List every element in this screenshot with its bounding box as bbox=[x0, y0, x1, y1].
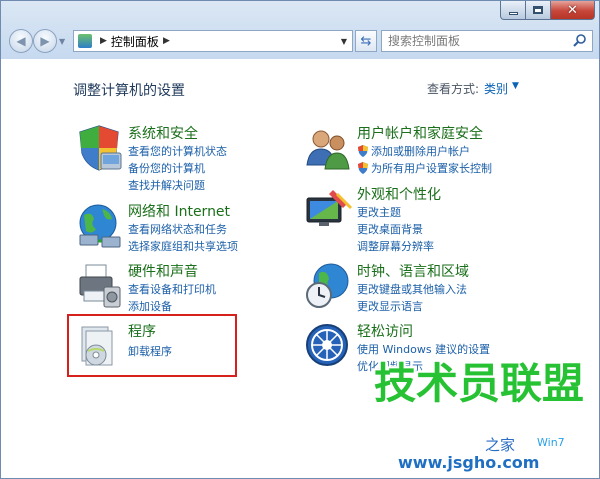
link-troubleshoot[interactable]: 查找并解决问题 bbox=[128, 177, 205, 193]
category-network-internet: 网络和 Internet 查看网络状态和任务 选择家庭组和共享选项 bbox=[74, 201, 294, 254]
link-change-theme[interactable]: 更改主题 bbox=[357, 204, 401, 220]
close-icon: ✕ bbox=[567, 2, 578, 18]
highlight-box bbox=[67, 314, 237, 377]
address-history-dropdown[interactable]: ▼ bbox=[336, 31, 352, 51]
link-devices-printers[interactable]: 查看设备和打印机 bbox=[128, 281, 216, 297]
search-input[interactable] bbox=[382, 32, 562, 50]
link-text[interactable]: 为所有用户设置家长控制 bbox=[371, 160, 492, 176]
shield-icon bbox=[79, 125, 122, 171]
category-hardware-sound: 硬件和声音 查看设备和打印机 添加设备 bbox=[74, 261, 274, 314]
link-screen-resolution[interactable]: 调整屏幕分辨率 bbox=[357, 238, 434, 254]
link-network-status[interactable]: 查看网络状态和任务 bbox=[128, 221, 227, 237]
link-view-computer-status[interactable]: 查看您的计算机状态 bbox=[128, 143, 227, 159]
category-title[interactable]: 轻松访问 bbox=[357, 321, 413, 341]
control-panel-icon bbox=[78, 34, 92, 48]
display-icon bbox=[306, 190, 353, 226]
watermark-tag: 之家 bbox=[485, 436, 516, 454]
link-add-remove-accounts[interactable]: 添加或删除用户帐户 bbox=[357, 143, 470, 159]
address-bar[interactable]: ▶ 控制面板 ▶ ▼ bbox=[73, 30, 353, 52]
network-globe-icon bbox=[79, 204, 121, 248]
watermark-logo: 技术员联盟 bbox=[374, 359, 585, 408]
forward-arrow-icon: ▶ bbox=[40, 34, 50, 48]
category-title[interactable]: 硬件和声音 bbox=[128, 261, 198, 281]
minimize-button[interactable] bbox=[500, 1, 526, 20]
category-appearance: 外观和个性化 更改主题 更改桌面背景 调整屏幕分辨率 bbox=[303, 184, 523, 253]
refresh-button[interactable]: ⇆ bbox=[355, 30, 377, 52]
search-box bbox=[381, 30, 593, 52]
link-display-language[interactable]: 更改显示语言 bbox=[357, 298, 423, 314]
page-title: 调整计算机的设置 bbox=[73, 83, 185, 99]
link-desktop-background[interactable]: 更改桌面背景 bbox=[357, 221, 423, 237]
link-parental-controls[interactable]: 为所有用户设置家长控制 bbox=[357, 160, 492, 176]
breadcrumb-chevron-icon[interactable]: ▶ bbox=[100, 36, 107, 46]
link-text[interactable]: 添加或删除用户帐户 bbox=[371, 143, 470, 159]
minimize-icon bbox=[508, 11, 518, 15]
link-add-device[interactable]: 添加设备 bbox=[128, 298, 172, 314]
uac-shield-icon bbox=[358, 145, 368, 157]
link-homegroup-sharing[interactable]: 选择家庭组和共享选项 bbox=[128, 238, 238, 254]
category-title[interactable]: 时钟、语言和区域 bbox=[357, 261, 469, 281]
watermark-url: www.jsgho.com bbox=[398, 453, 540, 472]
category-user-accounts: 用户帐户和家庭安全 添加或删除用户帐户 为所有用户设置家长控制 bbox=[303, 123, 543, 176]
refresh-icon: ⇆ bbox=[360, 33, 372, 49]
chevron-down-icon[interactable]: ▼ bbox=[512, 81, 519, 91]
users-icon bbox=[306, 130, 350, 170]
view-by-label: 查看方式: bbox=[427, 82, 480, 96]
printer-icon bbox=[79, 264, 121, 308]
link-backup-computer[interactable]: 备份您的计算机 bbox=[128, 160, 205, 176]
watermark-win: Win7 bbox=[537, 436, 565, 449]
back-button[interactable]: ◀ bbox=[9, 29, 33, 53]
recent-pages-dropdown[interactable]: ▼ bbox=[59, 37, 69, 47]
breadcrumb-chevron-icon[interactable]: ▶ bbox=[163, 36, 170, 46]
maximize-button[interactable] bbox=[526, 1, 551, 20]
content-pane: 调整计算机的设置 查看方式: 类别 ▼ 系统和安全 查看您的计算机状态 备份您的… bbox=[2, 59, 598, 477]
breadcrumb-control-panel[interactable]: 控制面板 bbox=[111, 33, 159, 50]
category-title[interactable]: 用户帐户和家庭安全 bbox=[357, 123, 483, 143]
ease-of-access-icon bbox=[306, 324, 348, 366]
link-change-keyboard[interactable]: 更改键盘或其他输入法 bbox=[357, 281, 467, 297]
control-panel-window: ✕ ◀ ▶ ▼ ▶ 控制面板 ▶ ▼ ⇆ 调整计算机的设置 查看方式: 类别 ▼ bbox=[0, 0, 600, 479]
category-system-security: 系统和安全 查看您的计算机状态 备份您的计算机 查找并解决问题 bbox=[74, 123, 274, 193]
category-title[interactable]: 外观和个性化 bbox=[357, 184, 441, 204]
back-arrow-icon: ◀ bbox=[16, 34, 26, 48]
forward-button[interactable]: ▶ bbox=[33, 29, 57, 53]
search-icon[interactable] bbox=[572, 33, 588, 49]
view-by-dropdown[interactable]: 类别 bbox=[484, 80, 508, 97]
category-title[interactable]: 系统和安全 bbox=[128, 123, 198, 143]
category-clock-language-region: 时钟、语言和区域 更改键盘或其他输入法 更改显示语言 bbox=[303, 261, 523, 314]
maximize-icon bbox=[533, 6, 543, 14]
close-button[interactable]: ✕ bbox=[551, 1, 595, 20]
category-title[interactable]: 网络和 Internet bbox=[128, 201, 230, 221]
clock-globe-icon bbox=[306, 263, 349, 308]
navigation-toolbar: ◀ ▶ ▼ ▶ 控制面板 ▶ ▼ ⇆ bbox=[9, 29, 593, 55]
uac-shield-icon bbox=[358, 162, 368, 174]
caption-buttons: ✕ bbox=[500, 1, 595, 21]
